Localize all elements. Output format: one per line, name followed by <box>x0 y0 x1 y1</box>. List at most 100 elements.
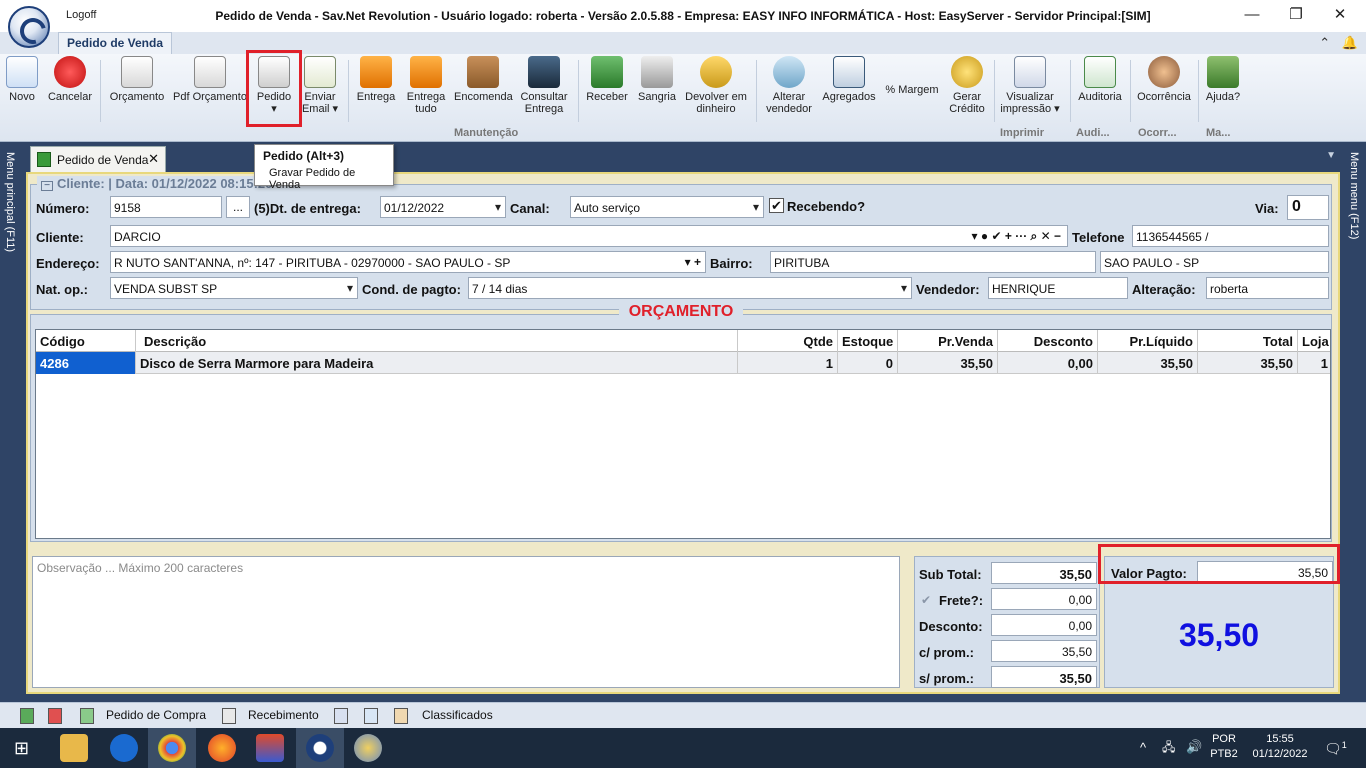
col-header-descricao[interactable]: Descrição <box>136 330 738 352</box>
observacao-textarea[interactable]: Observação ... Máximo 200 caracteres <box>32 556 900 688</box>
margem-button[interactable]: % Margem <box>884 84 940 96</box>
maximize-button[interactable]: ❐ <box>1274 4 1318 28</box>
tray-chevron-icon[interactable]: ^ <box>1140 740 1146 755</box>
cidade-input[interactable]: SAO PAULO - SP <box>1100 251 1329 273</box>
teamviewer-icon[interactable] <box>110 734 138 762</box>
volume-icon[interactable]: 🔊 <box>1186 739 1202 754</box>
notification-icon[interactable]: 🗨1 <box>1324 738 1347 757</box>
menu-principal-sidebar[interactable]: Menu principal (F11) <box>0 142 22 702</box>
via-input[interactable]: 0 <box>1287 195 1329 220</box>
pedido-compra-link[interactable]: Pedido de Compra <box>106 708 206 722</box>
recebimento-icon[interactable] <box>222 708 236 724</box>
col-header-codigo[interactable]: Código <box>36 330 136 352</box>
network-icon[interactable]: 🖧 <box>1162 740 1175 755</box>
agregados-button[interactable]: Agregados <box>820 56 878 103</box>
doc-tab-pedido-de-venda[interactable]: Pedido de Venda ✕ <box>30 146 166 172</box>
orcamento-button[interactable]: Orçamento <box>108 56 166 103</box>
file-explorer-icon[interactable] <box>60 734 88 762</box>
col-header-estoque[interactable]: Estoque <box>838 330 898 352</box>
auditoria-button[interactable]: Auditoria <box>1074 56 1126 103</box>
cancelar-button[interactable]: Cancelar <box>46 56 94 103</box>
col-header-total[interactable]: Total <box>1198 330 1298 352</box>
close-window-button[interactable]: ✕ <box>1318 4 1362 28</box>
items-grid[interactable]: Código Descrição Qtde Estoque Pr.Venda D… <box>35 329 1331 539</box>
natop-select[interactable]: VENDA SUBST SP <box>110 277 358 299</box>
windows-start-icon[interactable]: ⊞ <box>14 738 29 759</box>
cond-pagto-select[interactable]: 7 / 14 dias <box>468 277 912 299</box>
receber-button[interactable]: Receber <box>584 56 630 103</box>
alteracao-input[interactable]: roberta <box>1206 277 1329 299</box>
numero-input[interactable]: 9158 <box>110 196 222 218</box>
consultar-entrega-button[interactable]: Consultar Entrega <box>518 56 570 115</box>
pedido-green-icon[interactable] <box>20 708 34 724</box>
clock[interactable]: 15:55 01/12/2022 <box>1244 732 1316 762</box>
cell-qtde[interactable]: 1 <box>738 352 838 374</box>
endereco-input[interactable]: R NUTO SANT'ANNA, nº: 147 - PIRITUBA - 0… <box>110 251 706 273</box>
ccleaner-icon[interactable] <box>256 734 284 762</box>
visualizar-impressao-button[interactable]: Visualizar impressão ▾ <box>998 56 1062 115</box>
ocorrencia-button[interactable]: Ocorrência <box>1134 56 1194 103</box>
alterar-vendedor-button[interactable]: Alterar vendedor <box>762 56 816 115</box>
product-plus-icon[interactable] <box>364 708 378 724</box>
app-logo-icon[interactable] <box>8 6 50 48</box>
recebendo-checkbox[interactable]: ✔ <box>769 198 784 213</box>
novo-button[interactable]: Novo <box>6 56 38 103</box>
encomenda-button[interactable]: Encomenda <box>454 56 513 103</box>
cliente-input[interactable]: DARCIO ▾ ● ✔ + ··· ⌕ ✕ − <box>110 225 1068 247</box>
classificados-icon[interactable] <box>394 708 408 724</box>
devolver-dinheiro-button[interactable]: Devolver em dinheiro <box>684 56 748 115</box>
language-indicator[interactable]: POR PTB2 <box>1208 732 1240 762</box>
col-header-pr-liquido[interactable]: Pr.Líquido <box>1098 330 1198 352</box>
tab-pedido-de-venda[interactable]: Pedido de Venda <box>58 32 172 54</box>
menu-menu-sidebar[interactable]: Menu menu (F12) <box>1344 142 1366 702</box>
collapse-icon[interactable]: − <box>41 181 53 191</box>
canal-select[interactable]: Auto serviço <box>570 196 764 218</box>
col-header-qtde[interactable]: Qtde <box>738 330 838 352</box>
frete-checkbox[interactable]: ✔ <box>921 593 931 607</box>
cell-loja[interactable]: 1 <box>1298 352 1332 374</box>
col-header-loja[interactable]: Loja <box>1298 330 1332 352</box>
recebimento-link[interactable]: Recebimento <box>248 708 319 722</box>
pdf-orcamento-button[interactable]: Pdf Orçamento <box>172 56 248 103</box>
sangria-button[interactable]: Sangria <box>634 56 680 103</box>
envelope-icon <box>304 56 336 88</box>
cell-estoque[interactable]: 0 <box>838 352 898 374</box>
cell-total[interactable]: 35,50 <box>1198 352 1298 374</box>
desconto-input[interactable]: 0,00 <box>991 614 1097 636</box>
pedido-red-icon[interactable] <box>48 708 62 724</box>
report-icon[interactable] <box>334 708 348 724</box>
bell-icon[interactable]: 🔔 <box>1342 35 1358 50</box>
cash-register-icon <box>641 56 673 88</box>
pedido-compra-icon[interactable] <box>80 708 94 724</box>
firefox-icon[interactable] <box>208 734 236 762</box>
cell-desconto[interactable]: 0,00 <box>998 352 1098 374</box>
table-row[interactable]: 4286 Disco de Serra Marmore para Madeira… <box>36 352 1330 374</box>
collapse-ribbon-icon[interactable]: ⌃ <box>1319 35 1330 50</box>
savnet-taskbar-icon[interactable] <box>306 734 334 762</box>
cell-descricao[interactable]: Disco de Serra Marmore para Madeira <box>136 352 738 374</box>
cell-pr-venda[interactable]: 35,50 <box>898 352 998 374</box>
entrega-tudo-button[interactable]: Entrega tudo <box>404 56 448 115</box>
col-header-desconto[interactable]: Desconto <box>998 330 1098 352</box>
ajuda-button[interactable]: Ajuda? <box>1202 56 1244 103</box>
bairro-input[interactable]: PIRITUBA <box>770 251 1096 273</box>
vendedor-input[interactable]: HENRIQUE <box>988 277 1128 299</box>
telefone-input[interactable]: 1136544565 / <box>1132 225 1329 247</box>
tab-list-chevron-icon[interactable]: ▼ <box>1326 150 1336 161</box>
cell-pr-liquido[interactable]: 35,50 <box>1098 352 1198 374</box>
enviar-email-button[interactable]: Enviar Email ▾ <box>300 56 340 115</box>
frete-input[interactable]: 0,00 <box>991 588 1097 610</box>
close-tab-icon[interactable]: ✕ <box>148 151 159 167</box>
chrome-icon[interactable] <box>158 734 186 762</box>
endereco-tools-icons[interactable]: ▾ + <box>685 255 701 269</box>
classificados-link[interactable]: Classificados <box>422 708 493 722</box>
paint-icon[interactable] <box>354 734 382 762</box>
cell-codigo[interactable]: 4286 <box>36 352 136 374</box>
numero-lookup-button[interactable]: ... <box>226 196 250 218</box>
cliente-tools-icons[interactable]: ▾ ● ✔ + ··· ⌕ ✕ − <box>972 229 1061 244</box>
minimize-button[interactable]: — <box>1230 4 1274 28</box>
dt-entrega-picker[interactable]: 01/12/2022 <box>380 196 506 218</box>
gerar-credito-button[interactable]: Gerar Crédito <box>944 56 990 115</box>
entrega-button[interactable]: Entrega <box>354 56 398 103</box>
col-header-pr-venda[interactable]: Pr.Venda <box>898 330 998 352</box>
